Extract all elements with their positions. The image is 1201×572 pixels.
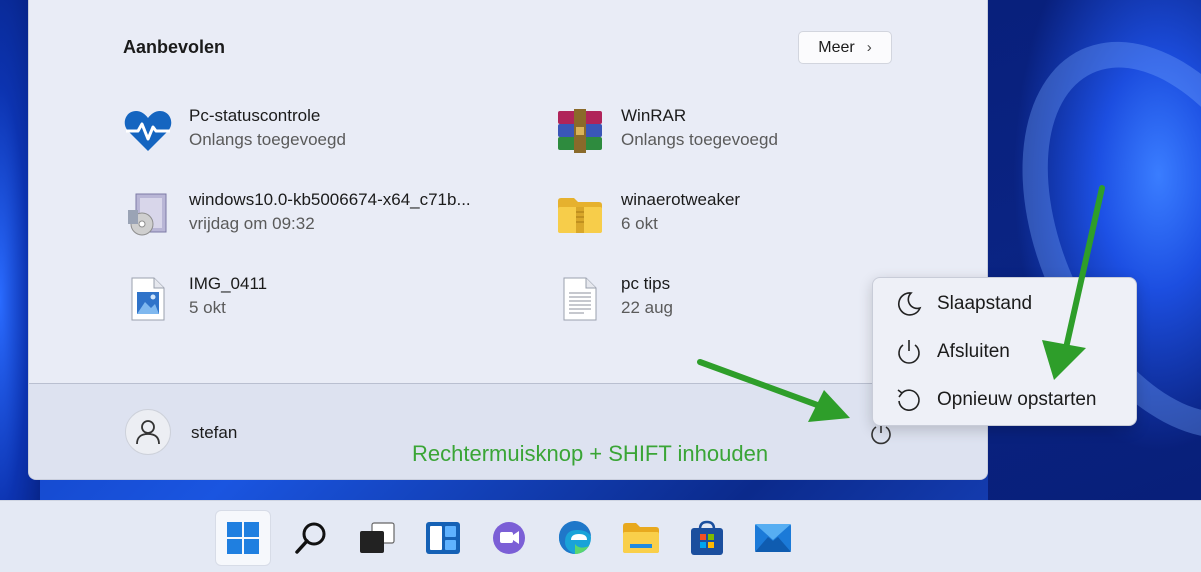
installer-package-icon xyxy=(123,190,173,240)
menu-item-label: Opnieuw opstarten xyxy=(937,389,1097,410)
store-icon xyxy=(691,520,723,555)
menu-item-shutdown[interactable]: Afsluiten xyxy=(879,330,1132,374)
more-button[interactable]: Meer › xyxy=(798,31,892,64)
annotation-text: Rechtermuisknop + SHIFT inhouden xyxy=(412,441,769,466)
item-subtitle: 22 aug xyxy=(621,298,673,317)
item-name: winaerotweaker xyxy=(621,190,741,209)
user-icon xyxy=(136,420,160,445)
health-heart-icon xyxy=(123,106,173,156)
item-name: WinRAR xyxy=(621,106,687,125)
folder-zip-icon xyxy=(555,190,605,240)
start-icon xyxy=(227,522,259,554)
recommended-item-windows-update[interactable]: windows10.0-kb5006674-x64_c71b... vrijda… xyxy=(123,186,523,242)
user-avatar[interactable] xyxy=(125,409,171,455)
menu-item-restart[interactable]: Opnieuw opstarten xyxy=(879,378,1132,422)
power-context-menu: Slaapstand Afsluiten Opnieuw opstarten xyxy=(872,277,1137,426)
item-subtitle: vrijdag om 09:32 xyxy=(189,214,315,233)
file-explorer-icon xyxy=(623,523,659,553)
item-name: pc tips xyxy=(621,274,671,293)
edge-icon xyxy=(558,520,591,554)
item-name: IMG_0411 xyxy=(189,274,268,293)
start-menu: Aanbevolen Meer › Pc-statuscontrole Onla… xyxy=(28,0,988,480)
taskbar-mail-button[interactable] xyxy=(745,510,801,566)
item-name: windows10.0-kb5006674-x64_c71b... xyxy=(189,190,471,209)
recommended-title: Aanbevolen xyxy=(123,37,226,57)
text-file-icon xyxy=(555,274,605,324)
power-icon xyxy=(889,337,929,367)
recommended-item-winaerotweaker[interactable]: winaerotweaker 6 okt xyxy=(555,186,955,242)
taskbar-task-view-button[interactable] xyxy=(349,510,405,566)
recommended-item-pc-statuscontrole[interactable]: Pc-statuscontrole Onlangs toegevoegd xyxy=(123,102,523,158)
search-icon xyxy=(295,522,326,554)
more-button-label: Meer xyxy=(818,38,855,56)
taskbar-teams-chat-button[interactable] xyxy=(481,510,537,566)
taskbar-start-button[interactable] xyxy=(215,510,271,566)
item-subtitle: 5 okt xyxy=(189,298,226,317)
item-subtitle: Onlangs toegevoegd xyxy=(621,130,778,149)
chevron-right-icon: › xyxy=(866,39,872,56)
winrar-books-icon xyxy=(555,106,605,156)
recommended-item-img-0411[interactable]: IMG_0411 5 okt xyxy=(123,270,523,326)
taskbar-store-button[interactable] xyxy=(679,510,735,566)
item-subtitle: Onlangs toegevoegd xyxy=(189,130,346,149)
taskbar-edge-button[interactable] xyxy=(547,510,603,566)
taskbar xyxy=(0,500,1201,572)
taskbar-search-button[interactable] xyxy=(283,510,339,566)
item-name: Pc-statuscontrole xyxy=(189,106,321,125)
menu-item-label: Afsluiten xyxy=(937,341,1010,362)
taskbar-widgets-button[interactable] xyxy=(415,510,471,566)
recommended-item-winrar[interactable]: WinRAR Onlangs toegevoegd xyxy=(555,102,955,158)
mail-icon xyxy=(755,524,791,552)
restart-icon xyxy=(889,385,929,415)
widgets-icon xyxy=(426,522,460,554)
item-subtitle: 6 okt xyxy=(621,214,658,233)
teams-chat-icon xyxy=(493,522,525,554)
menu-item-label: Slaapstand xyxy=(937,293,1033,314)
task-view-icon xyxy=(360,522,395,553)
taskbar-file-explorer-button[interactable] xyxy=(613,510,669,566)
user-name[interactable]: stefan xyxy=(191,423,237,443)
menu-item-sleep[interactable]: Slaapstand xyxy=(879,282,1132,326)
image-file-icon xyxy=(123,274,173,324)
start-menu-footer: stefan Rechtermuisknop + SHIFT inhouden xyxy=(29,383,987,479)
moon-icon xyxy=(889,289,929,319)
